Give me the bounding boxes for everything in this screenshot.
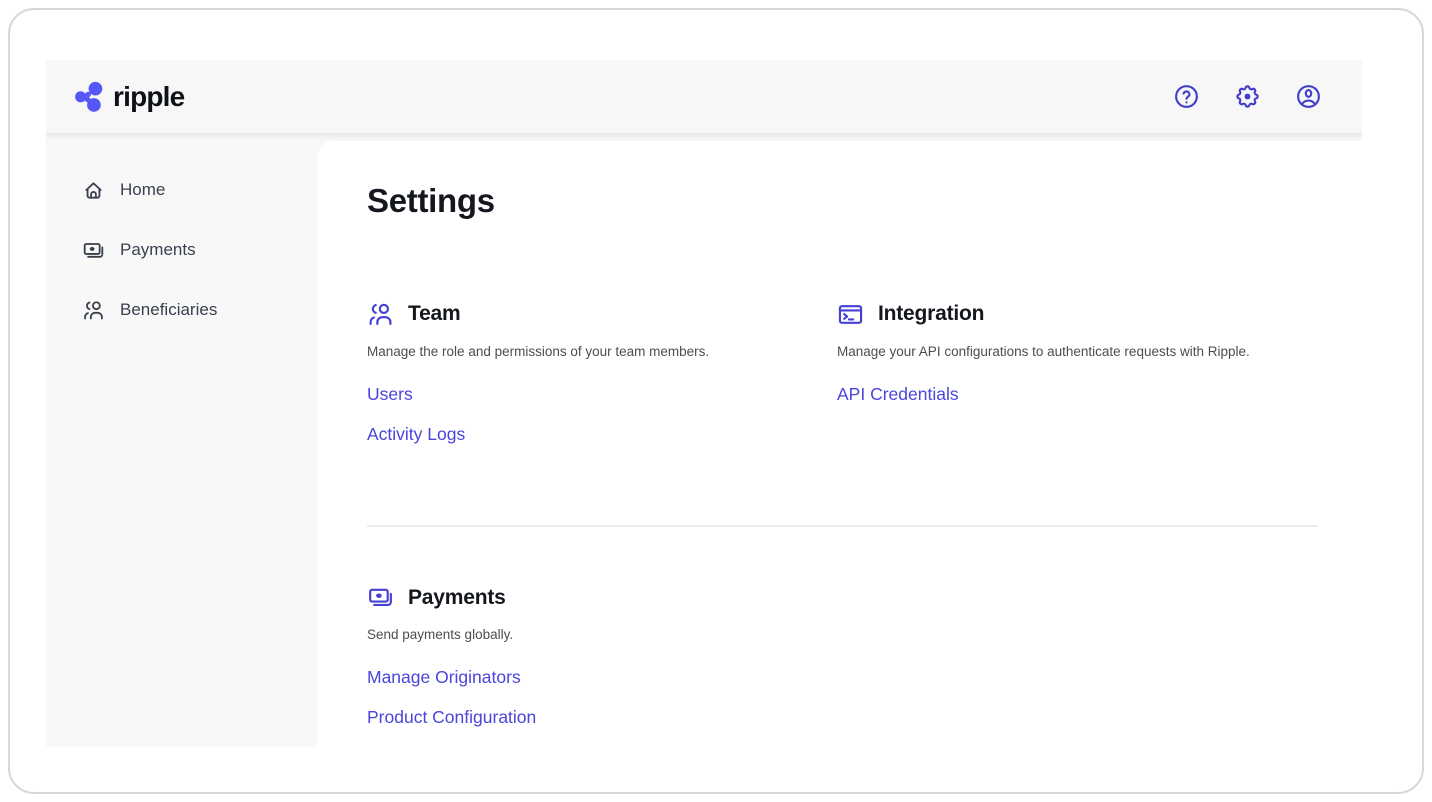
- top-bar: ripple: [46, 60, 1362, 133]
- section-links: Users Activity Logs: [367, 382, 837, 446]
- settings-button[interactable]: [1234, 83, 1261, 110]
- settings-sections-top: Team Manage the role and permissions of …: [367, 301, 1318, 462]
- help-button[interactable]: [1173, 83, 1200, 110]
- sidebar-item-label: Payments: [120, 240, 196, 260]
- topbar-actions: [1173, 83, 1322, 110]
- terminal-icon: [837, 301, 864, 328]
- sidebar-item-payments[interactable]: Payments: [46, 220, 318, 280]
- section-title: Integration: [878, 302, 984, 326]
- settings-panel: Settings: [318, 141, 1362, 747]
- section-links: API Credentials: [837, 382, 1318, 406]
- app-body: Home Payments: [46, 133, 1362, 747]
- ripple-logo[interactable]: ripple: [74, 81, 184, 113]
- section-team: Team Manage the role and permissions of …: [367, 301, 837, 462]
- sidebar-item-label: Home: [120, 180, 165, 200]
- page-title: Settings: [367, 182, 1318, 220]
- section-team-header: Team: [367, 301, 837, 328]
- section-title: Payments: [408, 586, 506, 610]
- section-payments: Payments Send payments globally. Manage …: [367, 584, 1318, 729]
- section-description: Manage your API configurations to authen…: [837, 343, 1318, 361]
- api-credentials-link[interactable]: API Credentials: [837, 382, 1318, 406]
- gear-icon: [1234, 83, 1261, 110]
- brand-name: ripple: [113, 81, 184, 113]
- section-description: Send payments globally.: [367, 626, 1318, 644]
- profile-button[interactable]: [1295, 83, 1322, 110]
- section-links: Manage Originators Product Configuration: [367, 665, 1318, 729]
- users-icon: [82, 299, 105, 322]
- home-icon: [82, 179, 105, 202]
- sidebar-item-beneficiaries[interactable]: Beneficiaries: [46, 280, 318, 340]
- help-icon: [1173, 83, 1200, 110]
- profile-icon: [1295, 83, 1322, 110]
- team-users-icon: [367, 301, 394, 328]
- section-divider: [367, 525, 1318, 527]
- banknote-icon: [367, 584, 394, 611]
- users-link[interactable]: Users: [367, 382, 837, 406]
- sidebar-item-home[interactable]: Home: [46, 160, 318, 220]
- section-payments-header: Payments: [367, 584, 1318, 611]
- product-configuration-link[interactable]: Product Configuration: [367, 705, 1318, 729]
- sidebar: Home Payments: [46, 133, 318, 747]
- manage-originators-link[interactable]: Manage Originators: [367, 665, 1318, 689]
- app-frame: ripple: [46, 60, 1362, 747]
- section-integration-header: Integration: [837, 301, 1318, 328]
- sidebar-item-label: Beneficiaries: [120, 300, 217, 320]
- section-title: Team: [408, 302, 461, 326]
- section-description: Manage the role and permissions of your …: [367, 343, 837, 361]
- section-integration: Integration Manage your API configuratio…: [837, 301, 1318, 462]
- banknote-icon: [82, 239, 105, 262]
- activity-logs-link[interactable]: Activity Logs: [367, 422, 837, 446]
- ripple-logo-icon: [74, 81, 104, 112]
- app-window: ripple: [8, 8, 1424, 794]
